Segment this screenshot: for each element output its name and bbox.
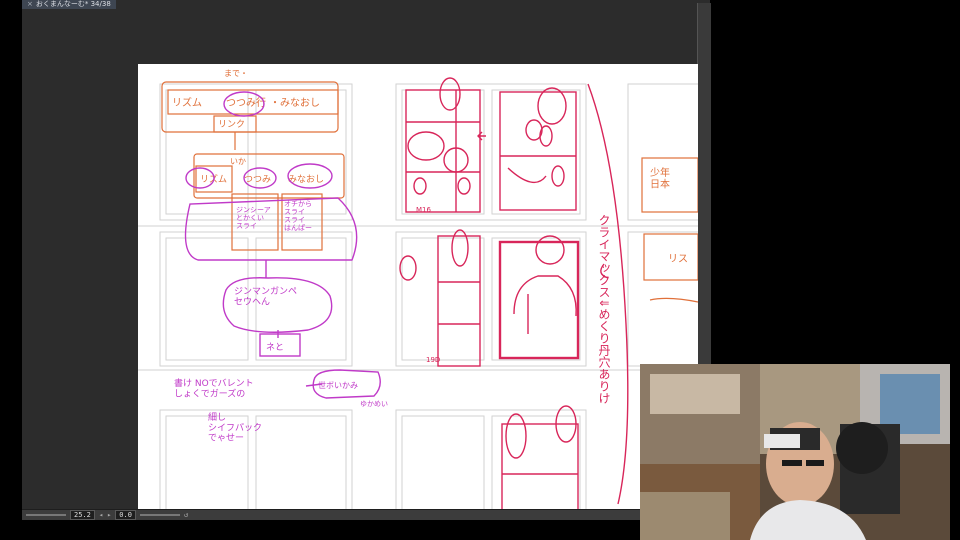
right-vertical-note: クライマックス⇓めくり丹穴ありけ <box>597 214 611 405</box>
chain-top-above: まで・ <box>224 69 248 78</box>
page-mark-2: 19D <box>426 356 440 364</box>
prev-icon[interactable]: ◂ <box>99 511 103 519</box>
note-small: ゆかめい <box>360 400 388 408</box>
chain-top-link: リンク <box>218 119 245 130</box>
status-bar: 25.2 ◂ ▸ 0.0 ↺ <box>22 509 640 520</box>
chain-mid-above: いか <box>230 157 246 166</box>
red-sketch <box>399 77 629 510</box>
chain-mid-wrap: つつみ <box>244 174 271 185</box>
rotation-slider[interactable] <box>139 514 180 516</box>
tab-close-icon[interactable]: × <box>27 0 33 9</box>
bubble-text: ジンマンガンペセウヘん <box>234 286 297 307</box>
chain-top-rhythm: リズム <box>172 96 202 109</box>
rotation-field[interactable]: 0.0 <box>115 510 136 520</box>
purple-box-2-text: オチからスライスライはんぱー <box>284 200 312 232</box>
drawing-canvas[interactable]: まで・ リズム つつみ行 ・みなおし リンク いか リズム つつみ みなおし ジ… <box>138 64 698 510</box>
chain-top-wrap: つつみ行 <box>226 96 266 109</box>
bottom-box-text: ネと <box>266 342 284 353</box>
page-mark-1: M16 <box>416 206 431 214</box>
tab-title: おくまんなーむ* 34/38 <box>35 0 111 8</box>
zoom-field[interactable]: 25.2 <box>70 510 95 520</box>
webcam-feed-icon <box>640 364 950 540</box>
panel-frames <box>138 83 698 510</box>
sketch-layer: まで・ リズム つつみ行 ・みなおし リンク いか リズム つつみ みなおし ジ… <box>138 69 698 510</box>
next-icon[interactable]: ▸ <box>107 511 111 519</box>
chain-top-review: ・みなおし <box>270 97 320 109</box>
reset-rotation-icon[interactable]: ↺ <box>184 511 188 519</box>
far-right-text-2: リス <box>668 254 688 265</box>
note-left: 書け NOでバレントしょくでガーズの <box>174 377 254 399</box>
note-box-text: 世ボいかみ <box>318 380 358 390</box>
far-right-text-1: 少年日本 <box>650 166 670 191</box>
zoom-slider[interactable] <box>26 514 66 516</box>
document-tab[interactable]: × おくまんなーむ* 34/38 <box>22 0 116 9</box>
